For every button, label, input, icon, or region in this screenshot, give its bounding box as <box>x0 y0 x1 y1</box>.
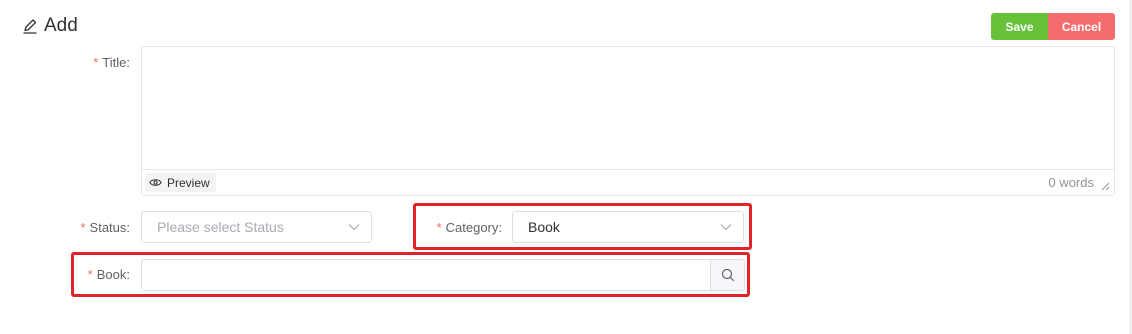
chevron-down-icon <box>348 224 360 231</box>
cancel-button[interactable]: Cancel <box>1048 13 1115 40</box>
edit-icon <box>21 17 39 35</box>
book-highlight-box <box>71 252 750 297</box>
eye-icon <box>149 179 162 186</box>
title-text-area[interactable] <box>142 47 1114 171</box>
resize-handle-icon[interactable] <box>1100 181 1110 191</box>
page-title: Add <box>44 15 78 36</box>
title-label-text: Title: <box>102 55 130 70</box>
required-mark: * <box>93 55 99 70</box>
title-label: * Title: <box>80 55 130 70</box>
required-mark: * <box>80 220 86 235</box>
status-placeholder: Please select Status <box>157 219 284 235</box>
preview-label: Preview <box>167 175 210 190</box>
category-highlight-box <box>413 203 752 250</box>
status-select[interactable]: Please select Status <box>141 211 372 243</box>
word-count: 0 words <box>1048 175 1094 190</box>
preview-button[interactable]: Preview <box>145 173 216 192</box>
title-editor[interactable]: Preview 0 words <box>141 46 1115 196</box>
save-button[interactable]: Save <box>991 13 1048 40</box>
editor-footer: Preview 0 words <box>142 169 1114 195</box>
status-label-text: Status: <box>89 220 130 235</box>
status-label: * Status: <box>70 220 130 235</box>
